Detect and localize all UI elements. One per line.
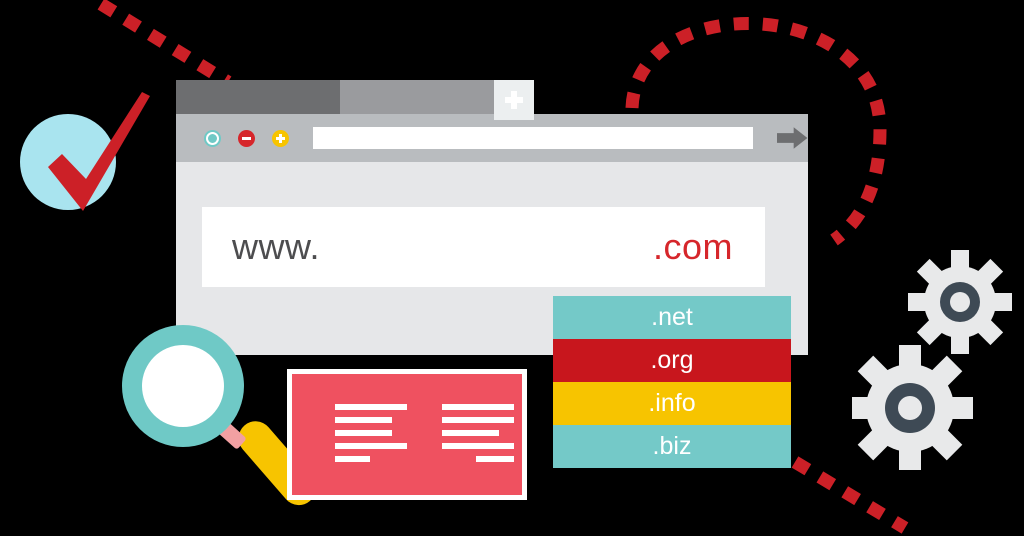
tab-active[interactable]	[176, 80, 340, 114]
card-line	[335, 417, 392, 423]
tab-inactive[interactable]	[340, 80, 504, 114]
plus-icon	[505, 91, 523, 109]
domain-suffix-com: .com	[652, 226, 733, 267]
gear-large-icon	[852, 345, 973, 470]
magnifier-lens	[142, 345, 224, 427]
verified-check-badge	[20, 92, 150, 211]
content-card-inner	[292, 374, 522, 495]
magnifier-icon	[122, 325, 323, 525]
tld-option-org[interactable]: .org	[553, 339, 791, 382]
content-card	[287, 369, 527, 500]
domain-prefix: www.	[232, 226, 321, 267]
card-line	[442, 417, 514, 423]
tld-option-info[interactable]: .info	[553, 382, 791, 425]
arrow-right-icon[interactable]	[776, 126, 808, 150]
tab-strip	[176, 80, 544, 114]
new-tab-button[interactable]	[494, 80, 534, 120]
card-column-right	[442, 404, 514, 469]
card-line	[335, 404, 407, 410]
dashed-path-top-left	[97, 0, 232, 88]
tld-option-biz[interactable]: .biz	[553, 425, 791, 468]
settings-gears	[852, 250, 1012, 470]
tld-dropdown-list[interactable]: .net .org .info .biz	[553, 296, 791, 468]
dashed-path-bottom-right	[791, 456, 909, 534]
card-line	[335, 430, 392, 436]
check-icon	[48, 92, 150, 211]
card-line	[442, 430, 499, 436]
card-column-left	[335, 404, 407, 469]
card-line	[335, 456, 370, 462]
card-line	[442, 404, 514, 410]
plus-circle-icon[interactable]	[272, 129, 289, 147]
card-line	[476, 456, 514, 462]
illustration-stage: www. .com .net .org .info .biz	[0, 0, 1024, 536]
gear-small-icon	[908, 250, 1012, 354]
tld-option-net[interactable]: .net	[553, 296, 791, 339]
browser-toolbar	[176, 114, 808, 162]
domain-name-field[interactable]: www. .com	[202, 207, 765, 287]
card-line	[442, 443, 514, 449]
card-line	[335, 443, 407, 449]
minus-circle-icon[interactable]	[238, 129, 255, 147]
address-input[interactable]	[313, 127, 753, 149]
circle-dot-icon[interactable]	[204, 129, 221, 147]
